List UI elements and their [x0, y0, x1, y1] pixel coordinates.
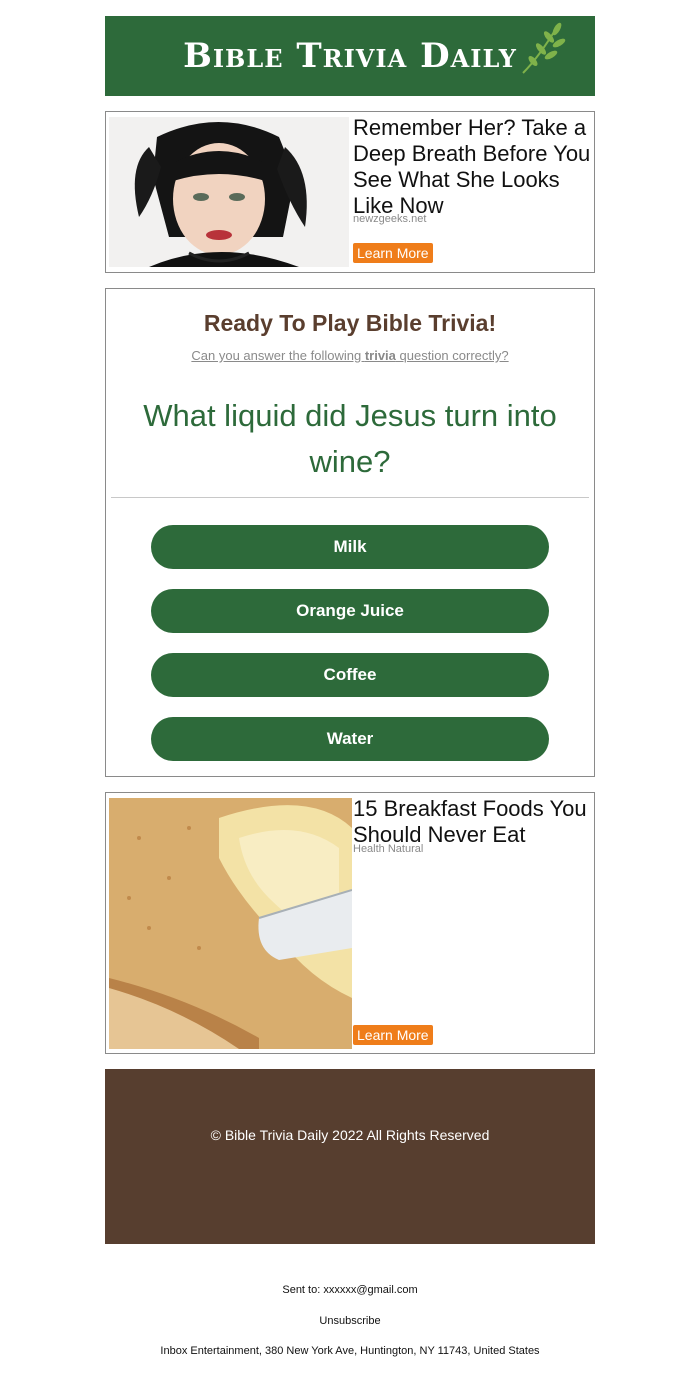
answer-button-water[interactable]: Water — [151, 717, 549, 761]
ad-image-portrait[interactable] — [109, 117, 349, 267]
sponsored-ad-1[interactable]: Remember Her? Take a Deep Breath Before … — [105, 111, 595, 273]
learn-more-button[interactable]: Learn More — [353, 243, 433, 263]
answer-button-coffee[interactable]: Coffee — [151, 653, 549, 697]
divider — [111, 497, 589, 498]
ad-source: Health Natural — [353, 843, 424, 855]
ad-headline[interactable]: 15 Breakfast Foods You Should Never Eat — [353, 796, 591, 848]
trivia-heading: Ready To Play Bible Trivia! — [203, 310, 497, 336]
trivia-subtitle: Can you answer the following trivia ques… — [106, 348, 594, 363]
footer-banner: © Bible Trivia Daily 2022 All Rights Res… — [105, 1069, 595, 1244]
trivia-question: What liquid did Jesus turn into wine? — [143, 398, 557, 479]
ad-image-toast[interactable] — [109, 798, 352, 1049]
answer-button-orange-juice[interactable]: Orange Juice — [151, 589, 549, 633]
trivia-subtitle-start: Can you answer the following — [191, 348, 365, 363]
learn-more-button[interactable]: Learn More — [353, 1025, 433, 1045]
trivia-card: Ready To Play Bible Trivia! Can you answ… — [105, 288, 595, 777]
ad-source: newzgeeks.net — [353, 213, 427, 225]
ad-headline[interactable]: Remember Her? Take a Deep Breath Before … — [353, 115, 591, 219]
sent-to-text: Sent to: xxxxxx@gmail.com — [282, 1284, 418, 1296]
copyright-text: © Bible Trivia Daily 2022 All Rights Res… — [210, 1127, 490, 1143]
answer-button-milk[interactable]: Milk — [151, 525, 549, 569]
trivia-subtitle-end: question correctly? — [395, 348, 509, 363]
brand-logo: Bible Trivia Daily — [183, 22, 566, 76]
olive-branch-icon — [522, 22, 566, 74]
brand-title: Bible Trivia Daily — [183, 36, 517, 76]
email-page: Bible Trivia Daily Remember Her? Take a … — [0, 0, 700, 1398]
unsubscribe-link[interactable]: Unsubscribe — [0, 1315, 700, 1327]
trivia-subtitle-bold: trivia — [364, 348, 396, 363]
header-banner: Bible Trivia Daily — [105, 16, 595, 96]
sponsored-ad-2[interactable]: 15 Breakfast Foods You Should Never Eat … — [105, 792, 595, 1054]
company-address: Inbox Entertainment, 380 New York Ave, H… — [160, 1345, 540, 1357]
